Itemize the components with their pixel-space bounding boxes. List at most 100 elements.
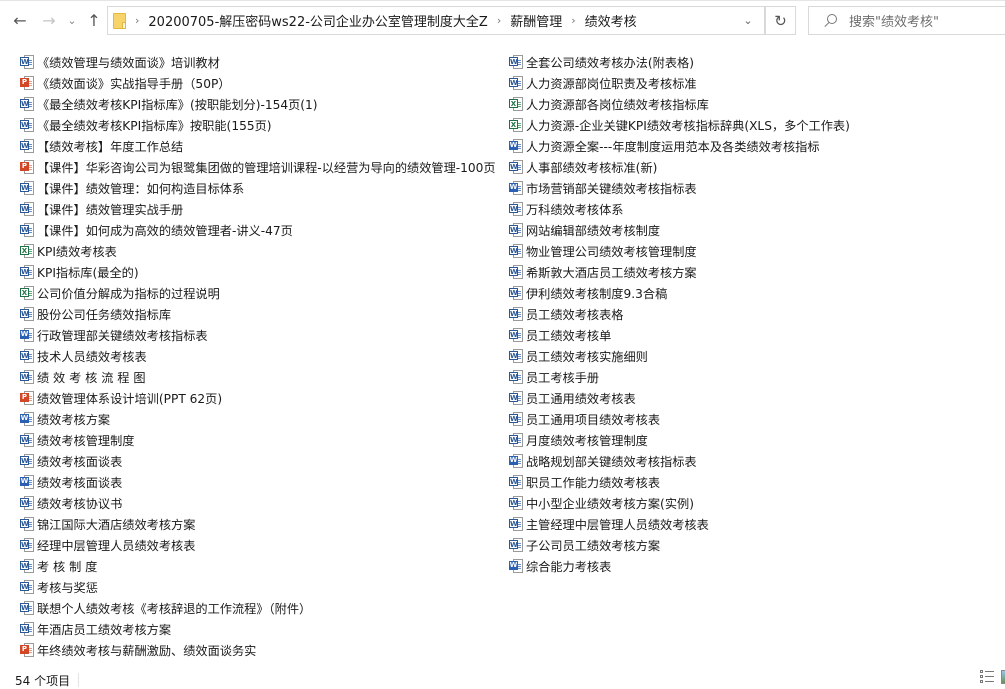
file-item[interactable]: W 绩效考核面谈表: [19, 471, 496, 492]
file-item[interactable]: W 职员工作能力绩效考核表: [508, 471, 850, 492]
file-item[interactable]: W 绩效考核管理制度: [19, 429, 496, 450]
file-item[interactable]: W 考核与奖惩: [19, 576, 496, 597]
file-item[interactable]: W 《最全绩效考核KPI指标库》按职能(155页): [19, 114, 496, 135]
file-name: 经理中层管理人员绩效考核表: [37, 538, 196, 553]
file-item[interactable]: W 技术人员绩效考核表: [19, 345, 496, 366]
file-item[interactable]: W 主管经理中层管理人员绩效考核表: [508, 513, 850, 534]
file-item[interactable]: W 员工绩效考核单: [508, 324, 850, 345]
file-name: 中小型企业绩效考核方案(实例): [526, 496, 694, 511]
details-view-button[interactable]: [980, 670, 994, 684]
file-item[interactable]: W 年酒店员工绩效考核方案: [19, 618, 496, 639]
word-document-icon: W: [19, 369, 35, 385]
file-item[interactable]: W 全套公司绩效考核办法(附表格): [508, 51, 850, 72]
file-item[interactable]: W 绩效考核方案: [19, 408, 496, 429]
file-item[interactable]: W 行政管理部关键绩效考核指标表: [19, 324, 496, 345]
word-document-icon: W: [19, 96, 35, 112]
breadcrumb-item[interactable]: 薪酬管理: [510, 11, 562, 30]
back-button[interactable]: ←: [10, 10, 30, 30]
file-item[interactable]: W 万科绩效考核体系: [508, 198, 850, 219]
file-item[interactable]: W 【绩效考核】年度工作总结: [19, 135, 496, 156]
file-item[interactable]: W考 核 制 度: [19, 555, 496, 576]
file-name: 人力资源部各岗位绩效考核指标库: [526, 97, 709, 112]
word-document-icon: W: [508, 285, 524, 301]
file-item[interactable]: W 综合能力考核表: [508, 555, 850, 576]
file-item[interactable]: W 人力资源全案---年度制度运用范本及各类绩效考核指标: [508, 135, 850, 156]
recent-locations-button[interactable]: ⌄: [62, 10, 82, 30]
file-item[interactable]: W 股份公司任务绩效指标库: [19, 303, 496, 324]
file-item[interactable]: X 公司价值分解成为指标的过程说明: [19, 282, 496, 303]
word-document-icon: W: [508, 264, 524, 280]
excel-document-icon: X: [508, 117, 524, 133]
word-document-icon: W: [19, 411, 35, 427]
file-name: 公司价值分解成为指标的过程说明: [37, 286, 220, 301]
file-item[interactable]: W 伊利绩效考核制度9.3合稿: [508, 282, 850, 303]
file-item[interactable]: W 联想个人绩效考核《考核辞退的工作流程》（附件）: [19, 597, 496, 618]
address-dropdown-button[interactable]: ⌄: [732, 7, 764, 34]
file-item[interactable]: P 年终绩效考核与薪酬激励、绩效面谈务实: [19, 639, 496, 660]
word-document-icon: W: [19, 600, 35, 616]
file-item[interactable]: W 【课件】如何成为高效的绩效管理者-讲义-47页: [19, 219, 496, 240]
file-item[interactable]: W 锦江国际大酒店绩效考核方案: [19, 513, 496, 534]
file-name: 绩效考核管理制度: [37, 433, 135, 448]
file-item[interactable]: W绩 效 考 核 流 程 图: [19, 366, 496, 387]
search-input[interactable]: 搜索"绩效考核": [849, 11, 939, 30]
file-item[interactable]: W 经理中层管理人员绩效考核表: [19, 534, 496, 555]
file-item[interactable]: W 物业管理公司绩效考核管理制度: [508, 240, 850, 261]
search-box[interactable]: 搜索"绩效考核": [808, 6, 1005, 35]
file-item[interactable]: X KPI绩效考核表: [19, 240, 496, 261]
refresh-button[interactable]: ↻: [765, 6, 796, 35]
powerpoint-document-icon: P: [19, 159, 35, 175]
file-name: 综合能力考核表: [526, 559, 612, 574]
file-item[interactable]: P 绩效管理体系设计培训(PPT 62页): [19, 387, 496, 408]
file-item[interactable]: W 子公司员工绩效考核方案: [508, 534, 850, 555]
file-name: 员工绩效考核实施细则: [526, 349, 648, 364]
file-name: 绩效考核面谈表: [37, 454, 123, 469]
forward-button[interactable]: →: [39, 10, 59, 30]
large-icons-view-button[interactable]: [1001, 670, 1005, 684]
word-document-icon: W: [19, 306, 35, 322]
file-item[interactable]: W 员工通用绩效考核表: [508, 387, 850, 408]
up-button[interactable]: ↑: [84, 10, 104, 30]
file-name: 人力资源部岗位职责及考核标准: [526, 76, 697, 91]
powerpoint-document-icon: P: [19, 390, 35, 406]
folder-icon: [113, 12, 126, 29]
file-item[interactable]: W 人力资源部岗位职责及考核标准: [508, 72, 850, 93]
file-item[interactable]: W 绩效考核面谈表: [19, 450, 496, 471]
file-name: 职员工作能力绩效考核表: [526, 475, 661, 490]
file-item[interactable]: W 【课件】绩效管理：如何构造目标体系: [19, 177, 496, 198]
file-item[interactable]: W 中小型企业绩效考核方案(实例): [508, 492, 850, 513]
word-document-icon: W: [19, 54, 35, 70]
file-item[interactable]: W 员工通用项目绩效考核表: [508, 408, 850, 429]
excel-document-icon: X: [19, 285, 35, 301]
breadcrumb-item[interactable]: 20200705-解压密码ws22-公司企业办公室管理制度大全Z: [148, 11, 487, 30]
search-icon: [823, 13, 837, 28]
file-item[interactable]: P 【课件】华彩咨询公司为银鹭集团做的管理培训课程-以经营为导向的绩效管理-100…: [19, 156, 496, 177]
file-name: 员工通用项目绩效考核表: [526, 412, 661, 427]
address-bar[interactable]: › 20200705-解压密码ws22-公司企业办公室管理制度大全Z › 薪酬管…: [107, 6, 765, 35]
file-item[interactable]: W 人事部绩效考核标准(新): [508, 156, 850, 177]
word-document-icon: W: [508, 474, 524, 490]
file-item[interactable]: P 《绩效面谈》实战指导手册（50P）: [19, 72, 496, 93]
file-item[interactable]: W 《绩效管理与绩效面谈》培训教材: [19, 51, 496, 72]
file-item[interactable]: W 员工考核手册: [508, 366, 850, 387]
file-item[interactable]: W 员工绩效考核实施细则: [508, 345, 850, 366]
file-name: 年终绩效考核与薪酬激励、绩效面谈务实: [37, 643, 257, 658]
file-item[interactable]: W 月度绩效考核管理制度: [508, 429, 850, 450]
file-item[interactable]: X 人力资源-企业关键KPI绩效考核指标辞典(XLS，多个工作表): [508, 114, 850, 135]
breadcrumb-item-current[interactable]: 绩效考核: [585, 11, 637, 30]
file-name: 考核与奖惩: [37, 580, 98, 595]
file-item[interactable]: W 战略规划部关键绩效考核指标表: [508, 450, 850, 471]
file-name: 伊利绩效考核制度9.3合稿: [526, 286, 668, 301]
file-name: 绩效管理体系设计培训(PPT 62页): [37, 391, 223, 406]
file-item[interactable]: W KPI指标库(最全的): [19, 261, 496, 282]
file-name: 绩 效 考 核 流 程 图: [37, 370, 146, 385]
file-item[interactable]: W 希斯敦大酒店员工绩效考核方案: [508, 261, 850, 282]
file-item[interactable]: W 《最全绩效考核KPI指标库》(按职能划分)-154页(1): [19, 93, 496, 114]
file-item[interactable]: W 网站编辑部绩效考核制度: [508, 219, 850, 240]
file-item[interactable]: W 市场营销部关键绩效考核指标表: [508, 177, 850, 198]
file-item[interactable]: W 【课件】绩效管理实战手册: [19, 198, 496, 219]
file-item[interactable]: W 绩效考核协议书: [19, 492, 496, 513]
word-document-icon: W: [19, 138, 35, 154]
file-item[interactable]: W 员工绩效考核表格: [508, 303, 850, 324]
file-item[interactable]: X 人力资源部各岗位绩效考核指标库: [508, 93, 850, 114]
